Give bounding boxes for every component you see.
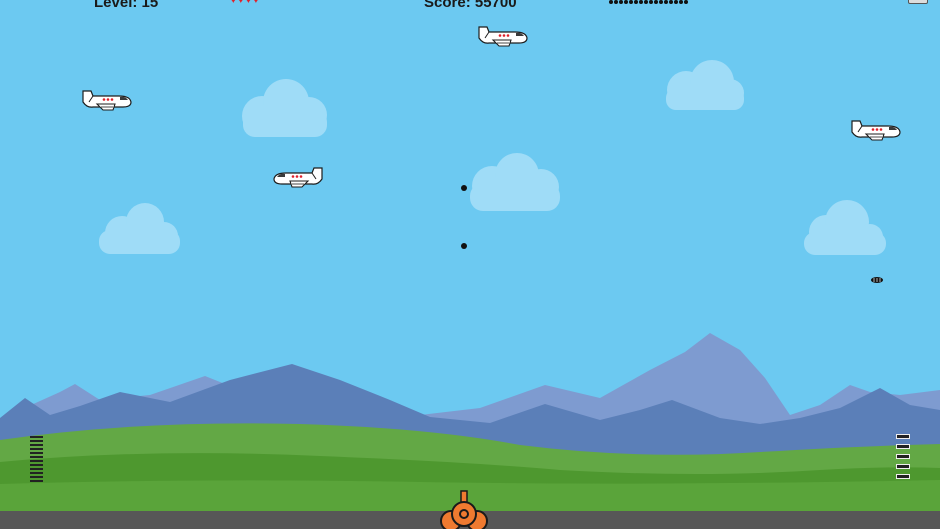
lives-indicator: ♥ ♥ ♥ ♥ — [230, 0, 259, 6]
game-scene — [0, 0, 940, 529]
score-label: Score: 55700 — [424, 0, 517, 11]
pause-icon[interactable] — [908, 0, 928, 4]
heart-icon: ♥ — [230, 0, 237, 6]
gauge-segment — [30, 452, 43, 454]
ammo-dot — [614, 0, 618, 4]
ammo-dot — [684, 0, 688, 4]
gauge-segment — [896, 454, 910, 459]
ammo-dot — [629, 0, 633, 4]
gauge-segment — [30, 464, 43, 466]
left-gauge — [30, 436, 43, 482]
heart-icon: ♥ — [245, 0, 252, 6]
bullet — [461, 185, 467, 191]
ammo-dot — [609, 0, 613, 4]
gauge-segment — [30, 472, 43, 474]
ammo-dot — [659, 0, 663, 4]
ammo-dot — [644, 0, 648, 4]
ammo-dot — [634, 0, 638, 4]
ammo-dot — [619, 0, 623, 4]
ammo-dot — [674, 0, 678, 4]
gauge-segment — [30, 476, 43, 478]
ammo-dot — [679, 0, 683, 4]
gauge-segment — [30, 440, 43, 442]
gauge-segment — [30, 480, 43, 482]
bullet — [461, 243, 467, 249]
gauge-segment — [30, 468, 43, 470]
gauge-segment — [30, 448, 43, 450]
ammo-dot — [664, 0, 668, 4]
ammo-dot — [669, 0, 673, 4]
ammo-dot — [649, 0, 653, 4]
gauge-segment — [30, 456, 43, 458]
ammo-indicator — [609, 0, 688, 4]
ammo-dot — [624, 0, 628, 4]
heart-icon: ♥ — [237, 0, 245, 6]
gauge-segment — [896, 464, 910, 469]
gauge-segment — [896, 434, 910, 439]
gauge-segment — [896, 444, 910, 449]
ammo-dot — [654, 0, 658, 4]
heart-icon: ♥ — [252, 0, 260, 6]
gauge-segment — [30, 444, 43, 446]
right-gauge — [896, 434, 910, 479]
gauge-segment — [896, 474, 910, 479]
gauge-segment — [30, 436, 43, 438]
level-label: Level: 15 — [94, 0, 159, 11]
ammo-dot — [639, 0, 643, 4]
gauge-segment — [30, 460, 43, 462]
bomb — [871, 277, 883, 283]
